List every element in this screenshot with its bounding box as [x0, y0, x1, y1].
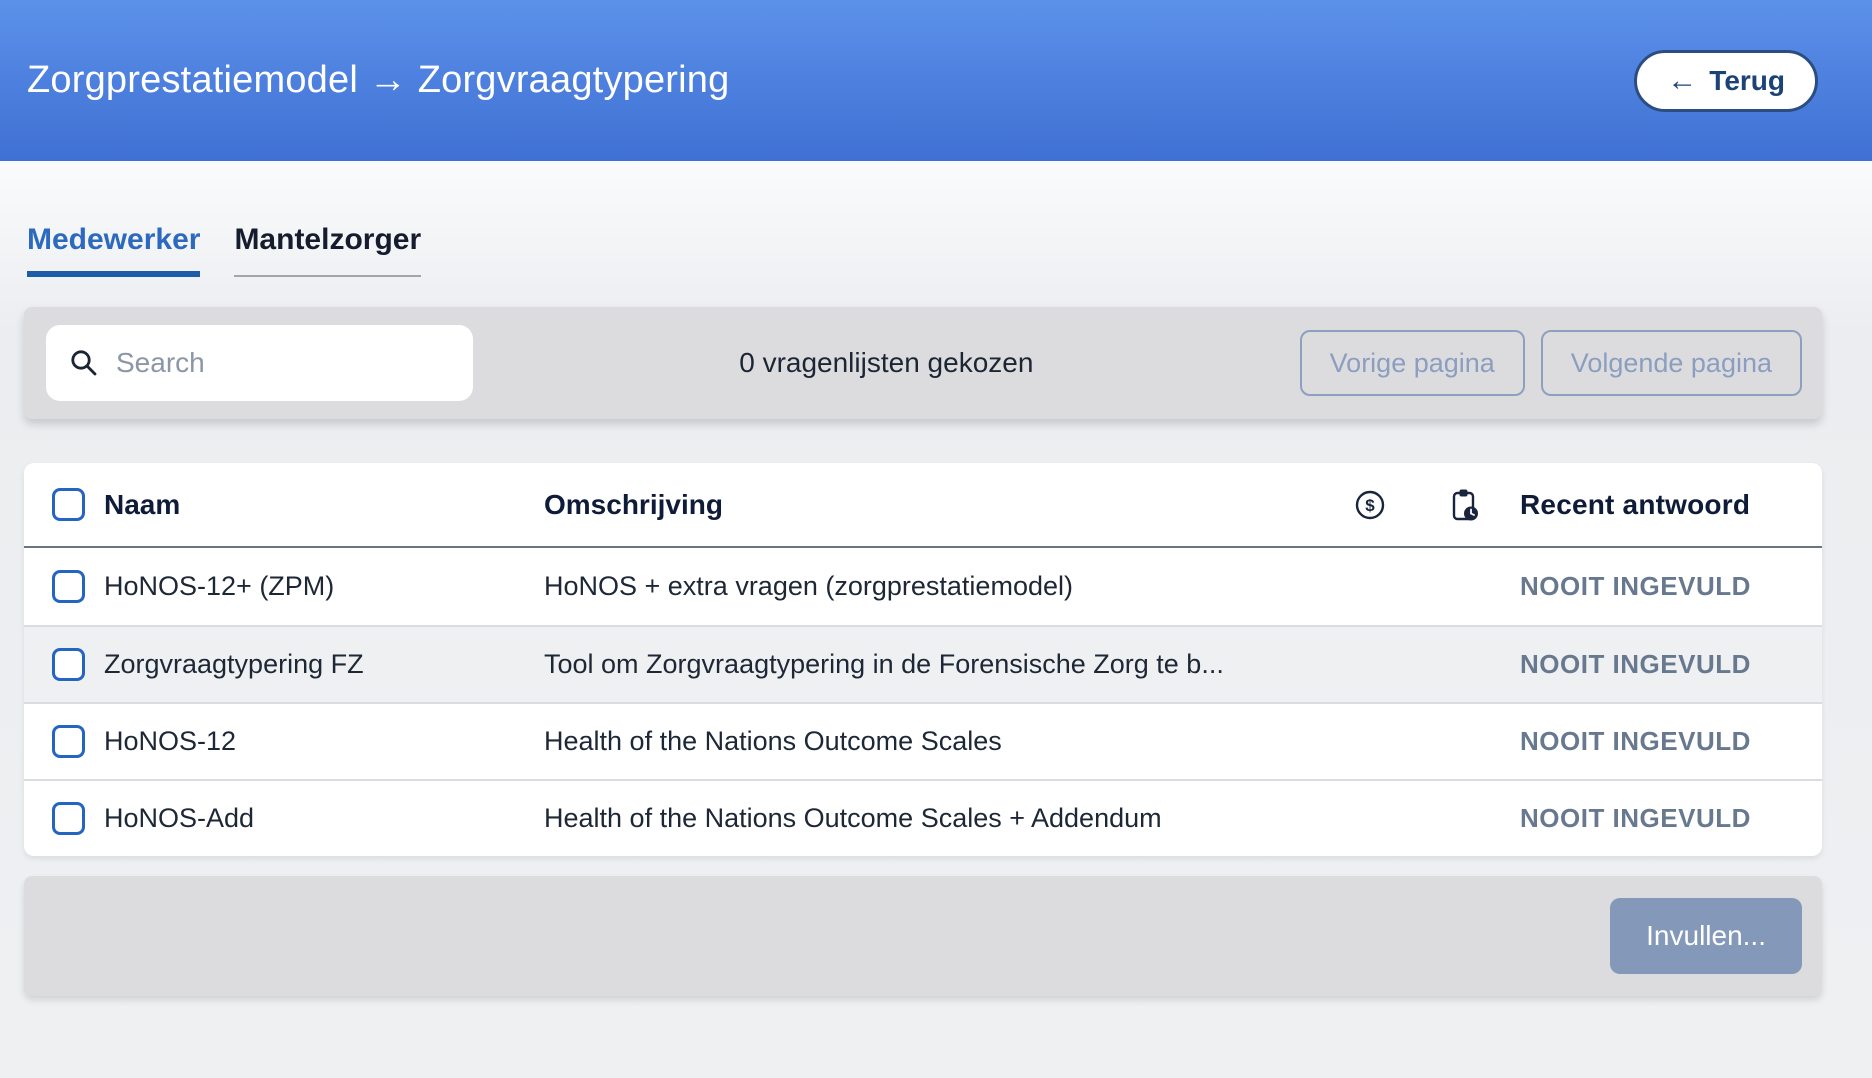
select-all-cell [24, 488, 104, 521]
dollar-circle-icon: $ [1322, 489, 1417, 521]
row-description: Tool om Zorgvraagtypering in de Forensis… [534, 649, 1322, 680]
selection-status: 0 vragenlijsten gekozen [473, 347, 1300, 379]
footer-bar: Invullen... [24, 876, 1822, 996]
row-checkbox[interactable] [52, 802, 85, 835]
row-description: Health of the Nations Outcome Scales [534, 726, 1322, 757]
pagination: Vorige pagina Volgende pagina [1300, 330, 1802, 396]
row-name: HoNOS-Add [104, 803, 534, 834]
tab-mantelzorger[interactable]: Mantelzorger [234, 223, 421, 277]
row-checkbox-cell [24, 570, 104, 603]
row-checkbox-cell [24, 648, 104, 681]
left-arrow-icon: ← [1667, 66, 1697, 96]
row-status: NOOIT INGEVULD [1512, 726, 1822, 757]
column-header-naam: Naam [104, 489, 534, 521]
tab-bar: Medewerker Mantelzorger [0, 223, 1872, 277]
table-row[interactable]: Zorgvraagtypering FZ Tool om Zorgvraagty… [24, 625, 1822, 702]
next-page-button[interactable]: Volgende pagina [1541, 330, 1802, 396]
column-header-omschrijving: Omschrijving [534, 489, 1322, 521]
table-header-row: Naam Omschrijving $ Recent antwoord [24, 463, 1822, 548]
search-input[interactable] [116, 347, 477, 379]
app-header: Zorgprestatiemodel → Zorgvraagtypering ←… [0, 0, 1872, 161]
table-body: HoNOS-12+ (ZPM) HoNOS + extra vragen (zo… [24, 548, 1822, 856]
select-all-checkbox[interactable] [52, 488, 85, 521]
row-checkbox[interactable] [52, 570, 85, 603]
row-description: HoNOS + extra vragen (zorgprestatiemodel… [534, 571, 1322, 602]
search-icon [68, 347, 100, 379]
clipboard-clock-icon [1417, 488, 1512, 522]
back-button[interactable]: ← Terug [1634, 50, 1818, 112]
table-row[interactable]: HoNOS-12 Health of the Nations Outcome S… [24, 702, 1822, 779]
column-header-recent-antwoord: Recent antwoord [1512, 489, 1822, 521]
row-name: HoNOS-12 [104, 726, 534, 757]
table-row[interactable]: HoNOS-12+ (ZPM) HoNOS + extra vragen (zo… [24, 548, 1822, 625]
row-description: Health of the Nations Outcome Scales + A… [534, 803, 1322, 834]
invullen-button[interactable]: Invullen... [1610, 898, 1802, 974]
row-checkbox-cell [24, 802, 104, 835]
row-checkbox-cell [24, 725, 104, 758]
row-checkbox[interactable] [52, 725, 85, 758]
row-status: NOOIT INGEVULD [1512, 571, 1822, 602]
row-status: NOOIT INGEVULD [1512, 649, 1822, 680]
toolbar: 0 vragenlijsten gekozen Vorige pagina Vo… [24, 307, 1822, 419]
tab-mantelzorger-label: Mantelzorger [234, 223, 421, 256]
back-button-label: Terug [1709, 65, 1785, 97]
previous-page-button[interactable]: Vorige pagina [1300, 330, 1525, 396]
table-row[interactable]: HoNOS-Add Health of the Nations Outcome … [24, 779, 1822, 856]
row-name: HoNOS-12+ (ZPM) [104, 571, 534, 602]
svg-text:$: $ [1365, 496, 1375, 515]
page-title: Zorgprestatiemodel → Zorgvraagtypering [27, 59, 729, 102]
questionnaire-table: Naam Omschrijving $ Recent antwoord [24, 463, 1822, 856]
page-body: Medewerker Mantelzorger 0 vragenlijsten … [0, 161, 1872, 1078]
row-status: NOOIT INGEVULD [1512, 803, 1822, 834]
row-name: Zorgvraagtypering FZ [104, 649, 534, 680]
tab-medewerker[interactable]: Medewerker [27, 223, 200, 277]
search-box[interactable] [46, 325, 473, 401]
tab-medewerker-label: Medewerker [27, 223, 200, 256]
row-checkbox[interactable] [52, 648, 85, 681]
